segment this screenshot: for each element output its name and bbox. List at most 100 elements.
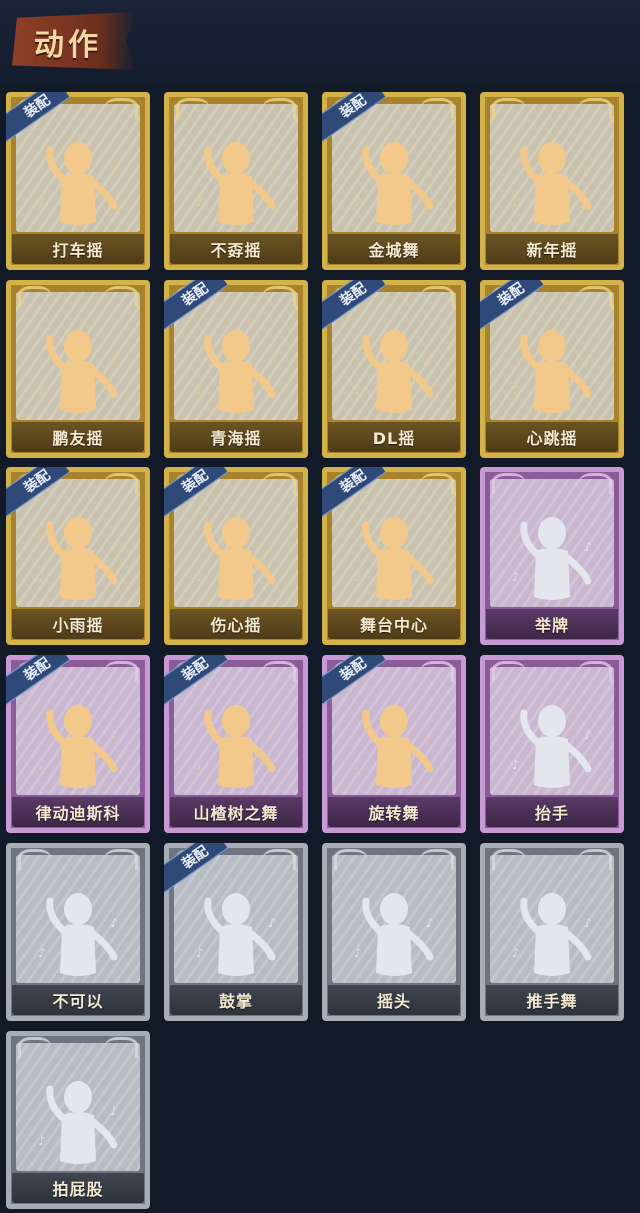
emote-card[interactable]: ♪ ♪ 推手舞 [480, 843, 624, 1021]
card-label-bar: 打车摇 [12, 234, 144, 264]
emote-name: 金城舞 [368, 241, 420, 260]
card-label-bar: 旋转舞 [328, 797, 460, 827]
emote-card[interactable]: ♪ ♪ 心跳摇 装配 [480, 280, 624, 458]
ornament-corner-l [18, 286, 51, 307]
svg-text:♪: ♪ [196, 383, 204, 397]
ornament-corner-r [263, 849, 296, 870]
ornament-corner-r [579, 661, 612, 682]
emote-card[interactable]: ♪ ♪ DL摇 装配 [322, 280, 466, 458]
emote-name: 摇头 [376, 992, 411, 1011]
dance-silhouette-icon: ♪♪ [38, 893, 118, 976]
emote-card[interactable]: ♪ ♪ 新年摇 [480, 92, 624, 270]
emote-name: 新年摇 [526, 241, 578, 260]
dance-figure-icon: ♪♪ [354, 705, 434, 788]
dance-figure-icon: ♪♪ [38, 517, 118, 600]
ornament-corner-r [105, 286, 138, 307]
ornament-corner-l [18, 849, 51, 870]
emote-card[interactable]: ♪ ♪ 山楂树之舞 装配 [164, 655, 308, 833]
svg-text:♪: ♪ [38, 1134, 46, 1148]
dance-figure-icon: ♪♪ [354, 517, 434, 600]
svg-text:♪: ♪ [196, 195, 204, 209]
svg-text:♪: ♪ [110, 728, 118, 742]
svg-text:♪: ♪ [512, 570, 520, 584]
dance-silhouette-icon: ♪♪ [512, 705, 592, 788]
svg-text:♪: ♪ [268, 353, 276, 367]
ornament-corner-r [579, 849, 612, 870]
dance-figure-icon: ♪♪ [196, 142, 276, 225]
emote-card[interactable]: ♪ ♪ 伤心摇 装配 [164, 467, 308, 645]
card-label-bar: 律动迪斯科 [12, 797, 144, 827]
emote-card[interactable]: ♪ ♪ 旋转舞 装配 [322, 655, 466, 833]
emote-card[interactable]: ♪ ♪ 拍屁股 [6, 1031, 150, 1209]
svg-text:♪: ♪ [38, 195, 46, 209]
ornament-corner-r [105, 98, 138, 119]
svg-text:♪: ♪ [354, 758, 362, 772]
svg-text:♪: ♪ [584, 916, 592, 930]
emote-card[interactable]: ♪ ♪ 抬手 [480, 655, 624, 833]
ornament-corner-r [105, 849, 138, 870]
svg-text:♪: ♪ [196, 570, 204, 584]
card-label-bar: 不可以 [12, 985, 144, 1015]
emote-card[interactable]: ♪ ♪ 不可以 [6, 843, 150, 1021]
emote-name: 伤心摇 [210, 616, 262, 635]
emote-name: 抬手 [534, 804, 569, 823]
svg-text:♪: ♪ [196, 758, 204, 772]
dance-figure-icon: ♪♪ [512, 142, 592, 225]
svg-text:♪: ♪ [426, 916, 434, 930]
emote-name: 鹏友摇 [52, 429, 104, 448]
emote-name: 心跳摇 [526, 429, 578, 448]
svg-text:♪: ♪ [426, 728, 434, 742]
emote-card[interactable]: ♪ ♪ 小雨摇 装配 [6, 467, 150, 645]
svg-text:♪: ♪ [110, 916, 118, 930]
ornament-corner-l [492, 98, 525, 119]
card-label-bar: DL摇 [328, 422, 460, 452]
svg-text:♪: ♪ [38, 946, 46, 960]
emote-card[interactable]: ♪ ♪ 鼓掌 装配 [164, 843, 308, 1021]
card-label-bar: 新年摇 [486, 234, 618, 264]
emote-card[interactable]: ♪ ♪ 青海摇 装配 [164, 280, 308, 458]
card-label-bar: 抬手 [486, 797, 618, 827]
svg-text:♪: ♪ [268, 728, 276, 742]
ornament-corner-r [421, 849, 454, 870]
svg-text:♪: ♪ [354, 946, 362, 960]
svg-text:♪: ♪ [584, 728, 592, 742]
svg-text:♪: ♪ [512, 758, 520, 772]
emote-card[interactable]: ♪ ♪ 鹏友摇 [6, 280, 150, 458]
ornament-corner-l [492, 473, 525, 494]
svg-text:♪: ♪ [268, 165, 276, 179]
ornament-corner-r [421, 98, 454, 119]
emote-card[interactable]: ♪ ♪ 举牌 [480, 467, 624, 645]
emote-card[interactable]: ♪ ♪ 打车摇 装配 [6, 92, 150, 270]
emote-name: DL摇 [372, 429, 416, 448]
svg-text:♪: ♪ [196, 946, 204, 960]
svg-text:♪: ♪ [110, 1104, 118, 1118]
dance-silhouette-icon: ♪♪ [512, 517, 592, 600]
emote-card[interactable]: ♪ ♪ 不孬摇 [164, 92, 308, 270]
svg-text:♪: ♪ [512, 383, 520, 397]
ornament-corner-l [18, 1037, 51, 1058]
ornament-corner-r [421, 473, 454, 494]
emote-name: 拍屁股 [52, 1180, 104, 1199]
card-label-bar: 小雨摇 [12, 609, 144, 639]
svg-text:♪: ♪ [584, 353, 592, 367]
dance-figure-icon: ♪♪ [38, 705, 118, 788]
svg-text:♪: ♪ [110, 165, 118, 179]
emote-name: 小雨摇 [52, 616, 104, 635]
emote-name: 不孬摇 [210, 241, 262, 260]
svg-text:♪: ♪ [584, 540, 592, 554]
emote-name: 推手舞 [526, 992, 578, 1011]
emote-card[interactable]: ♪ ♪ 律动迪斯科 装配 [6, 655, 150, 833]
dance-silhouette-icon: ♪♪ [354, 893, 434, 976]
card-label-bar: 推手舞 [486, 985, 618, 1015]
dance-silhouette-icon: ♪♪ [512, 893, 592, 976]
emote-card[interactable]: ♪ ♪ 金城舞 装配 [322, 92, 466, 270]
emote-name: 旋转舞 [368, 804, 420, 823]
dance-silhouette-icon: ♪♪ [38, 1081, 118, 1164]
svg-text:♪: ♪ [512, 946, 520, 960]
svg-text:♪: ♪ [38, 570, 46, 584]
emote-card[interactable]: ♪ ♪ 摇头 [322, 843, 466, 1021]
emote-name: 鼓掌 [218, 992, 253, 1011]
emote-card[interactable]: ♪ ♪ 舞台中心 装配 [322, 467, 466, 645]
svg-text:♪: ♪ [268, 916, 276, 930]
svg-text:♪: ♪ [584, 165, 592, 179]
